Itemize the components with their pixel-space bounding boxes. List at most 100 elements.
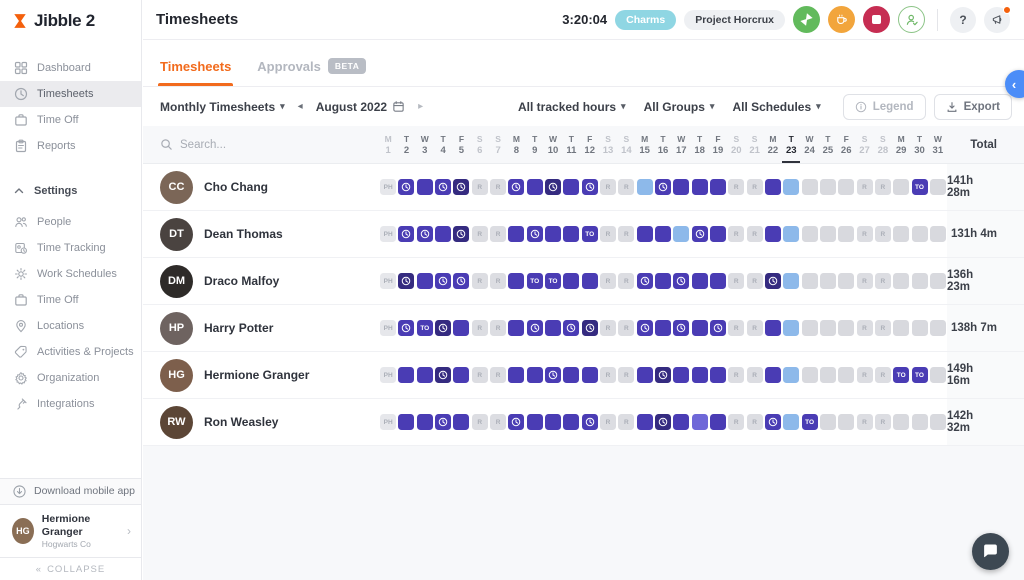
timesheet-cell-day-17[interactable]: [673, 273, 689, 289]
timesheet-cell-day-9[interactable]: [527, 226, 543, 242]
timesheet-cell-day-7[interactable]: R: [490, 367, 506, 383]
timesheet-cell-day-24[interactable]: [802, 367, 818, 383]
timesheet-cell-day-5[interactable]: [453, 179, 469, 195]
timesheet-cell-day-14[interactable]: R: [618, 179, 634, 195]
timesheet-cell-day-14[interactable]: R: [618, 273, 634, 289]
timesheet-cell-day-3[interactable]: [417, 179, 433, 195]
timesheet-cell-day-27[interactable]: R: [857, 226, 873, 242]
timesheet-cell-day-22[interactable]: [765, 367, 781, 383]
timesheet-cell-day-2[interactable]: [398, 179, 414, 195]
timesheet-cell-day-2[interactable]: [398, 367, 414, 383]
timesheet-cell-day-15[interactable]: [637, 414, 653, 430]
timesheet-cell-day-1[interactable]: PH: [380, 226, 396, 242]
download-mobile-app[interactable]: Download mobile app: [0, 478, 141, 505]
timesheet-cell-day-17[interactable]: [673, 367, 689, 383]
sidebar-item-organization[interactable]: Organization: [0, 365, 141, 391]
timesheet-cell-day-12[interactable]: TO: [582, 226, 598, 242]
timesheet-cell-day-24[interactable]: [802, 179, 818, 195]
timesheet-cell-day-11[interactable]: [563, 320, 579, 336]
timesheet-cell-day-29[interactable]: [893, 226, 909, 242]
schedules-filter[interactable]: All Schedules ▾: [732, 100, 820, 114]
timesheet-cell-day-14[interactable]: R: [618, 414, 634, 430]
groups-filter[interactable]: All Groups ▾: [644, 100, 715, 114]
announcements-button[interactable]: [984, 7, 1010, 33]
timesheet-cell-day-4[interactable]: [435, 414, 451, 430]
timesheet-cell-day-14[interactable]: R: [618, 367, 634, 383]
timesheet-cell-day-15[interactable]: [637, 273, 653, 289]
timesheet-cell-day-8[interactable]: [508, 226, 524, 242]
timesheet-cell-day-5[interactable]: [453, 273, 469, 289]
timesheet-cell-day-12[interactable]: [582, 273, 598, 289]
timesheet-cell-day-20[interactable]: R: [728, 367, 744, 383]
timesheet-cell-day-16[interactable]: [655, 414, 671, 430]
timesheet-cell-day-23[interactable]: [783, 179, 799, 195]
timesheet-cell-day-16[interactable]: [655, 367, 671, 383]
timesheet-cell-day-11[interactable]: [563, 414, 579, 430]
timesheet-cell-day-9[interactable]: [527, 179, 543, 195]
timesheet-cell-day-18[interactable]: [692, 179, 708, 195]
timesheet-cell-day-16[interactable]: [655, 320, 671, 336]
timesheet-cell-day-23[interactable]: [783, 226, 799, 242]
timesheet-cell-day-10[interactable]: [545, 179, 561, 195]
timesheet-cell-day-15[interactable]: [637, 367, 653, 383]
sidebar-section-settings[interactable]: Settings: [0, 179, 141, 203]
timesheet-cell-day-19[interactable]: [710, 320, 726, 336]
timesheet-cell-day-8[interactable]: [508, 414, 524, 430]
sidebar-item-activities-projects[interactable]: Activities & Projects: [0, 339, 141, 365]
timesheet-cell-day-18[interactable]: [692, 320, 708, 336]
timesheet-cell-day-18[interactable]: [692, 414, 708, 430]
timesheet-cell-day-17[interactable]: [673, 179, 689, 195]
timesheet-cell-day-29[interactable]: [893, 414, 909, 430]
timesheet-cell-day-1[interactable]: PH: [380, 179, 396, 195]
next-month-button[interactable]: ▸: [415, 101, 426, 112]
sidebar-item-time-tracking[interactable]: Time Tracking: [0, 235, 141, 261]
sidebar-item-dashboard[interactable]: Dashboard: [0, 55, 141, 81]
timesheet-cell-day-10[interactable]: [545, 414, 561, 430]
timesheet-cell-day-7[interactable]: R: [490, 179, 506, 195]
timesheet-cell-day-13[interactable]: R: [600, 414, 616, 430]
timesheet-cell-day-29[interactable]: TO: [893, 367, 909, 383]
timesheet-cell-day-3[interactable]: [417, 414, 433, 430]
timesheet-cell-day-4[interactable]: [435, 367, 451, 383]
timesheet-cell-day-19[interactable]: [710, 273, 726, 289]
timesheet-cell-day-1[interactable]: PH: [380, 414, 396, 430]
timesheet-cell-day-3[interactable]: TO: [417, 320, 433, 336]
timesheet-cell-day-22[interactable]: [765, 226, 781, 242]
timesheet-cell-day-17[interactable]: [673, 226, 689, 242]
person-name[interactable]: Harry Potter: [204, 321, 273, 335]
timesheet-cell-day-31[interactable]: [930, 273, 946, 289]
tab-timesheets[interactable]: Timesheets: [160, 59, 231, 86]
timesheet-cell-day-30[interactable]: [912, 414, 928, 430]
timesheet-cell-day-16[interactable]: [655, 179, 671, 195]
timesheet-cell-day-30[interactable]: TO: [912, 179, 928, 195]
timesheet-cell-day-25[interactable]: [820, 226, 836, 242]
person-name[interactable]: Ron Weasley: [204, 415, 278, 429]
person-name[interactable]: Cho Chang: [204, 180, 268, 194]
timesheet-cell-day-8[interactable]: [508, 367, 524, 383]
timesheet-cell-day-25[interactable]: [820, 320, 836, 336]
timesheet-cell-day-21[interactable]: R: [747, 414, 763, 430]
jibble-logo[interactable]: Jibble 2: [0, 0, 141, 41]
timesheet-cell-day-22[interactable]: [765, 179, 781, 195]
timesheet-cell-day-1[interactable]: PH: [380, 273, 396, 289]
tracked-hours-filter[interactable]: All tracked hours ▾: [518, 100, 626, 114]
timesheet-cell-day-14[interactable]: R: [618, 320, 634, 336]
timesheet-cell-day-16[interactable]: [655, 273, 671, 289]
timesheet-cell-day-8[interactable]: [508, 179, 524, 195]
timesheet-cell-day-9[interactable]: [527, 414, 543, 430]
timesheet-cell-day-12[interactable]: [582, 179, 598, 195]
timesheet-cell-day-10[interactable]: TO: [545, 273, 561, 289]
timesheet-cell-day-14[interactable]: R: [618, 226, 634, 242]
timesheet-cell-day-28[interactable]: R: [875, 320, 891, 336]
person-name[interactable]: Dean Thomas: [204, 227, 283, 241]
timesheet-cell-day-17[interactable]: [673, 320, 689, 336]
timesheet-cell-day-30[interactable]: TO: [912, 367, 928, 383]
timesheet-cell-day-12[interactable]: [582, 367, 598, 383]
timesheet-cell-day-21[interactable]: R: [747, 320, 763, 336]
timesheet-cell-day-25[interactable]: [820, 179, 836, 195]
timesheet-cell-day-20[interactable]: R: [728, 320, 744, 336]
sidebar-item-reports[interactable]: Reports: [0, 133, 141, 159]
search-input[interactable]: [180, 139, 330, 151]
break-button[interactable]: [828, 6, 855, 33]
timesheet-cell-day-5[interactable]: [453, 320, 469, 336]
